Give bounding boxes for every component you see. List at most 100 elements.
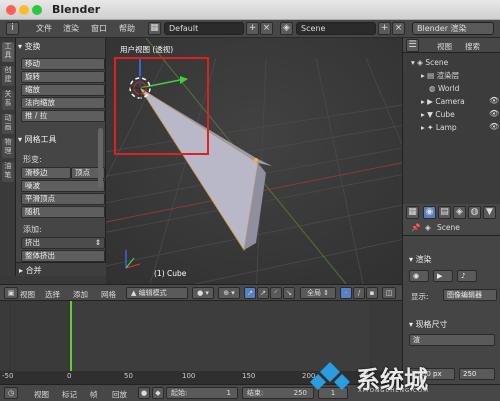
pin-icon[interactable]: 📌 [411,223,420,232]
merge-panel-header[interactable]: ▸ 合并 [16,262,106,276]
add-layout-icon[interactable]: + [246,22,259,35]
menu-window[interactable]: 窗口 [91,23,107,34]
view-name-label: 用户视图 (透视) [120,45,174,54]
tab-animation[interactable]: 动画 [2,114,14,134]
cube-visibility-icon[interactable]: 👁 [489,109,499,118]
remove-layout-icon[interactable]: × [260,22,273,35]
keying-set-icon[interactable]: ◆ [152,387,164,399]
render-tab-icon[interactable]: ◉ [423,206,436,219]
display-label: 显示: [411,292,429,301]
timeline-menu-view[interactable]: 视图 [34,389,49,400]
scene-tab-icon[interactable]: ◈ [453,206,466,219]
slide-edge-button[interactable]: 滑移边 [21,167,71,179]
properties-editor-type-icon[interactable]: ▦ [406,206,419,219]
mesh-tools-panel-header[interactable]: ▾ 网格工具 [18,134,104,146]
outliner: ☰ 视图 搜索 ▾ ◈ Scene ▸ ▤ 渲染层 ◍ World ▸ ▶ Ca… [402,38,500,204]
scale-button[interactable]: 缩放 [21,84,105,96]
extrude-region-button[interactable]: 整体挤出 [21,250,105,262]
noise-button[interactable]: 噪波 [21,180,105,192]
mode-select[interactable]: ▲ 编辑模式 [126,287,188,299]
start-frame-field[interactable]: 起始: 1 [166,387,238,399]
vertex-select-icon[interactable]: · [340,287,352,299]
minimize-window-button[interactable] [19,5,29,15]
dimensions-panel-header[interactable]: ▾ 现格尺寸 [409,319,448,330]
tab-relations[interactable]: 关系 [2,90,14,110]
maximize-window-button[interactable] [32,5,42,15]
selected-vertex[interactable] [254,158,258,162]
render-animation-button[interactable]: ▶ [433,270,453,282]
tab-physics[interactable]: 物理 [2,138,14,158]
tab-create[interactable]: 创建 [2,66,14,86]
menu-add[interactable]: 添加 [73,289,88,300]
record-icon[interactable]: ● [138,387,150,399]
world-tab-icon[interactable]: ◍ [468,206,481,219]
pivot-point-select[interactable]: ⊕ ▾ [218,287,240,299]
outliner-row-world[interactable]: ◍ World [429,82,459,95]
add-scene-icon[interactable]: + [378,22,391,35]
outliner-row-render-layers[interactable]: ▸ ▤ 渲染层 [421,69,459,82]
close-window-button[interactable] [6,5,16,15]
translate-button[interactable]: 移动 [21,58,105,70]
transform-panel-header[interactable]: ▾ 变换 [18,41,104,53]
render-layers-tab-icon[interactable]: ▤ [438,206,451,219]
viewport-shading-select[interactable]: ● ▾ [192,287,214,299]
face-select-icon[interactable]: ▪ [366,287,378,299]
extrude-button[interactable]: 挤出 ⇕ [21,237,105,249]
timeline-menu-playback[interactable]: 回放 [112,389,127,400]
mode-label: 编辑模式 [138,289,167,297]
menu-mesh[interactable]: 网格 [101,289,116,300]
randomize-button[interactable]: 随机 [21,206,105,218]
timeline-menu-marker[interactable]: 标记 [62,389,77,400]
occlude-geometry-icon[interactable]: ◫ [382,287,396,299]
rotate-manipulator-icon[interactable]: ◜ [270,287,282,299]
manipulator-toggle-icon[interactable]: ↗ [244,287,256,299]
translate-manipulator-icon[interactable]: ↗ [257,287,269,299]
transform-orientation-select[interactable]: 全局 ⇕ [300,287,336,299]
outliner-row-lamp[interactable]: ▸ ✦ Lamp [421,121,457,134]
tool-shelf-scrollbar[interactable] [98,128,103,188]
render-panel-header[interactable]: ▾ 渲染 [409,254,432,265]
editor-type-icon[interactable]: ▣ [4,287,18,299]
layout-browse-icon[interactable]: ▦ [148,22,161,35]
cube-name: Cube [435,110,455,119]
scene-browse-icon[interactable]: ◈ [280,22,293,35]
menu-render[interactable]: 渲染 [63,23,79,34]
outliner-row-scene[interactable]: ▾ ◈ Scene [411,56,448,69]
outliner-row-cube[interactable]: ▸ ▼ Cube [421,108,455,121]
smooth-vertex-button[interactable]: 平滑顶点 [21,193,105,205]
timeline-menu-frame[interactable]: 帧 [90,389,98,400]
layout-field[interactable]: Default [164,22,244,35]
lamp-visibility-icon[interactable]: 👁 [489,122,499,131]
render-audio-button[interactable]: ♪ [457,270,477,282]
render-engine-select[interactable]: Blender 渲染 [412,22,494,35]
tab-tools[interactable]: 工具 [2,42,14,62]
edge-select-icon[interactable]: / [353,287,365,299]
object-tab-icon[interactable]: ▼ [483,206,496,219]
display-select[interactable]: 图像编辑器 [443,289,497,301]
3d-viewport[interactable]: 用户视图 (透视) (1) Cube [106,38,402,284]
info-editor-icon[interactable]: i [6,22,19,35]
render-presets-select[interactable]: 渲 [409,334,495,346]
shrink-fatten-button[interactable]: 法向缩放 [21,97,105,109]
scene-field[interactable]: Scene [296,22,376,35]
camera-visibility-icon[interactable]: 👁 [489,96,499,105]
rotate-button[interactable]: 旋转 [21,71,105,83]
outliner-menu-view[interactable]: 视图 [437,41,452,52]
menu-select[interactable]: 选择 [45,289,60,300]
menu-file[interactable]: 文件 [36,23,52,34]
menu-view[interactable]: 视图 [20,289,35,300]
remove-scene-icon[interactable]: × [392,22,405,35]
timeline-editor-type-icon[interactable]: ◷ [4,387,18,399]
outliner-row-camera[interactable]: ▸ ▶ Camera [421,95,465,108]
render-image-button[interactable]: ◉ [409,270,429,282]
camera-icon: ▶ [427,97,433,106]
end-frame-field[interactable]: 结束: 250 [242,387,314,399]
lamp-icon: ✦ [427,123,434,132]
tab-grease-pencil[interactable]: 油笔 [2,162,14,182]
menu-help[interactable]: 帮助 [119,23,135,34]
properties-header: ▦ ◉ ▤ ◈ ◍ ▼ 📌 ◈ Scene [403,204,500,236]
scale-manipulator-icon[interactable]: ↘ [283,287,295,299]
outliner-menu-search[interactable]: 搜索 [465,41,480,52]
outliner-editor-type-icon[interactable]: ☰ [406,39,419,52]
push-pull-button[interactable]: 推 / 拉 [21,110,105,122]
